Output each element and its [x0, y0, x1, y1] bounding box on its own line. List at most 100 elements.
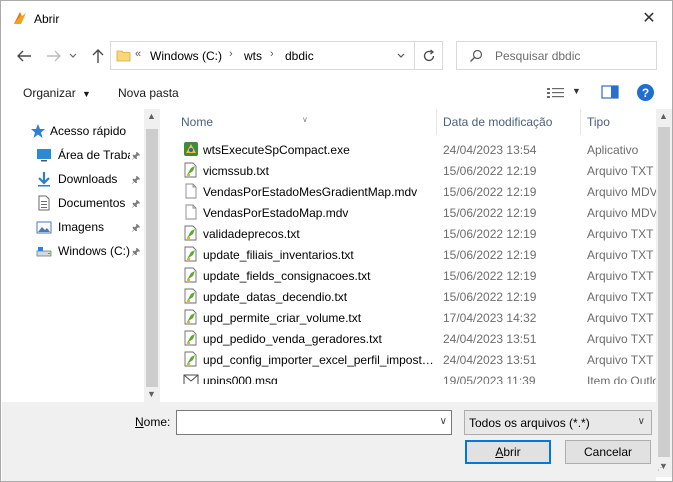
file-row[interactable]: wtsExecuteSpCompact.exe 24/04/2023 13:54 A… [161, 139, 657, 160]
navigation-pane: Acesso rápido Área de Traba 🖈 Downloads … [4, 109, 160, 402]
breadcrumb-separator-icon: › [229, 48, 233, 60]
scrollbar-thumb[interactable] [658, 127, 670, 457]
breadcrumb-separator-icon: › [270, 48, 274, 60]
txt-icon [183, 288, 199, 304]
chevron-down-icon[interactable] [397, 53, 405, 59]
breadcrumb-dbdic[interactable]: dbdic [285, 49, 314, 63]
search-icon [470, 49, 483, 62]
exe-icon [183, 141, 199, 157]
file-type-select[interactable]: Todos os arquivos (*.*) ∨ [464, 410, 652, 435]
file-row[interactable]: upd_permite_criar_volume.txt 17/04/2023 1… [161, 307, 657, 328]
file-list-scrollbar[interactable]: ▲ ▼ [656, 109, 672, 477]
file-date: 15/06/2022 12:19 [443, 269, 537, 283]
txt-icon [183, 309, 199, 325]
nav-item-windows-drive[interactable]: Windows (C:) 🖈 [4, 241, 144, 261]
file-type: Arquivo MDV [587, 206, 657, 220]
nav-item-label: Downloads [58, 172, 118, 186]
nav-item-documents[interactable]: Documentos 🖈 [4, 193, 144, 213]
file-row[interactable]: upd_config_importer_excel_perfil_imposto… [161, 349, 657, 370]
nav-item-quick-access[interactable]: Acesso rápido [4, 121, 144, 141]
file-date: 15/06/2022 12:19 [443, 248, 537, 262]
nav-item-pictures[interactable]: Imagens 🖈 [4, 217, 144, 237]
forward-button[interactable] [45, 47, 63, 65]
column-header-name-label: Nome [181, 115, 214, 129]
preview-pane-button[interactable] [601, 85, 619, 101]
file-row[interactable]: update_fields_consignacoes.txt 15/06/2022… [161, 265, 657, 286]
back-button[interactable] [15, 47, 33, 65]
cancel-button[interactable]: Cancelar [565, 440, 651, 464]
recent-locations-button[interactable] [68, 47, 78, 65]
column-header-date[interactable]: Data de modificação [437, 109, 579, 135]
file-date: 15/06/2022 12:19 [443, 227, 537, 241]
file-row[interactable]: update_filiais_inventarios.txt 15/06/2022… [161, 244, 657, 265]
file-type: Arquivo TXT [587, 290, 654, 304]
txt-icon [183, 162, 199, 178]
file-row[interactable]: VendasPorEstadoMap.mdv 15/06/2022 12:19 Ar… [161, 202, 657, 223]
breadcrumb-drive[interactable]: Windows (C:) [150, 49, 222, 63]
file-name: VendasPorEstadoMap.mdv [203, 206, 349, 220]
breadcrumb-wts[interactable]: wts [244, 49, 262, 63]
txt-icon [183, 267, 199, 283]
file-type: Arquivo MDV [587, 185, 657, 199]
file-name-input[interactable]: ∨ [176, 410, 452, 435]
file-name: update_fields_consignacoes.txt [203, 269, 371, 283]
file-name: wtsExecuteSpCompact.exe [203, 143, 350, 157]
file-row[interactable]: upins000.msg 19/05/2023 11:39 Item do Outl… [161, 370, 657, 384]
up-button[interactable] [89, 47, 107, 65]
open-file-dialog: Abrir ✕ « Windows (C:) › wts › dbdic Pes… [0, 0, 673, 482]
file-row[interactable]: validadeprecos.txt 15/06/2022 12:19 Arquiv… [161, 223, 657, 244]
file-type-value: Todos os arquivos (*.*) [469, 416, 590, 430]
nav-item-downloads[interactable]: Downloads 🖈 [4, 169, 144, 189]
window-title: Abrir [34, 12, 60, 26]
column-header-type[interactable]: Tipo [581, 109, 657, 135]
file-date: 17/04/2023 14:32 [443, 311, 537, 325]
file-date: 24/04/2023 13:51 [443, 332, 537, 346]
documents-icon [38, 195, 50, 211]
open-button[interactable]: Abrir [465, 440, 551, 464]
arrow-right-icon [47, 50, 61, 62]
scroll-down-arrow-icon[interactable]: ▼ [147, 389, 156, 399]
change-view-button[interactable]: ▼ [546, 85, 582, 101]
file-date: 15/06/2022 12:19 [443, 206, 537, 220]
scroll-up-arrow-icon[interactable]: ▲ [659, 111, 668, 121]
blank-file-icon [183, 204, 199, 220]
nav-item-desktop[interactable]: Área de Traba 🖈 [4, 145, 144, 165]
file-name: vicmssub.txt [203, 164, 270, 178]
address-bar[interactable]: « Windows (C:) › wts › dbdic [110, 41, 443, 70]
resize-grip-icon[interactable]: ⋰ [657, 463, 665, 472]
navigation-pane-scrollbar[interactable]: ▲ ▼ [144, 109, 160, 402]
file-name: upd_config_importer_excel_perfil_imposto… [203, 353, 435, 367]
help-button[interactable]: ? [637, 84, 654, 101]
pin-icon: 🖈 [131, 175, 141, 186]
nav-item-label: Documentos [58, 196, 126, 210]
column-header-name[interactable]: ∨ Nome [161, 109, 435, 135]
chevron-down-icon [69, 53, 77, 58]
search-input[interactable] [495, 48, 650, 64]
file-name: VendasPorEstadoMesGradientMap.mdv [203, 185, 418, 199]
app-logo-icon [14, 12, 26, 24]
nav-item-label: Windows (C:) [58, 244, 130, 258]
refresh-button[interactable] [414, 41, 443, 70]
close-button[interactable]: ✕ [626, 1, 672, 35]
drive-icon [36, 247, 52, 257]
scrollbar-thumb[interactable] [146, 129, 158, 387]
txt-icon [183, 330, 199, 346]
file-row[interactable]: vicmssub.txt 15/06/2022 12:19 Arquivo TXT [161, 160, 657, 181]
breadcrumb-overflow[interactable]: « [135, 48, 141, 60]
file-row[interactable]: upd_pedido_venda_geradores.txt 24/04/2023… [161, 328, 657, 349]
file-row[interactable]: update_datas_decendio.txt 15/06/2022 12:1… [161, 286, 657, 307]
file-name: validadeprecos.txt [203, 227, 300, 241]
details-view-icon [547, 88, 564, 98]
column-header-date-label: Data de modificação [443, 115, 553, 129]
search-box[interactable] [456, 41, 657, 70]
file-type: Arquivo TXT [587, 248, 654, 262]
organize-button[interactable]: Organizar ▼ [23, 86, 91, 100]
file-row[interactable]: VendasPorEstadoMesGradientMap.mdv 15/06/2… [161, 181, 657, 202]
file-name-label: Nome: [135, 415, 171, 429]
chevron-down-icon[interactable]: ∨ [440, 416, 447, 427]
scroll-up-arrow-icon[interactable]: ▲ [147, 111, 156, 121]
new-folder-button[interactable]: Nova pasta [118, 86, 179, 100]
organize-label: Organizar [23, 86, 76, 100]
file-name: update_filiais_inventarios.txt [203, 248, 354, 262]
pin-icon: 🖈 [131, 151, 141, 162]
